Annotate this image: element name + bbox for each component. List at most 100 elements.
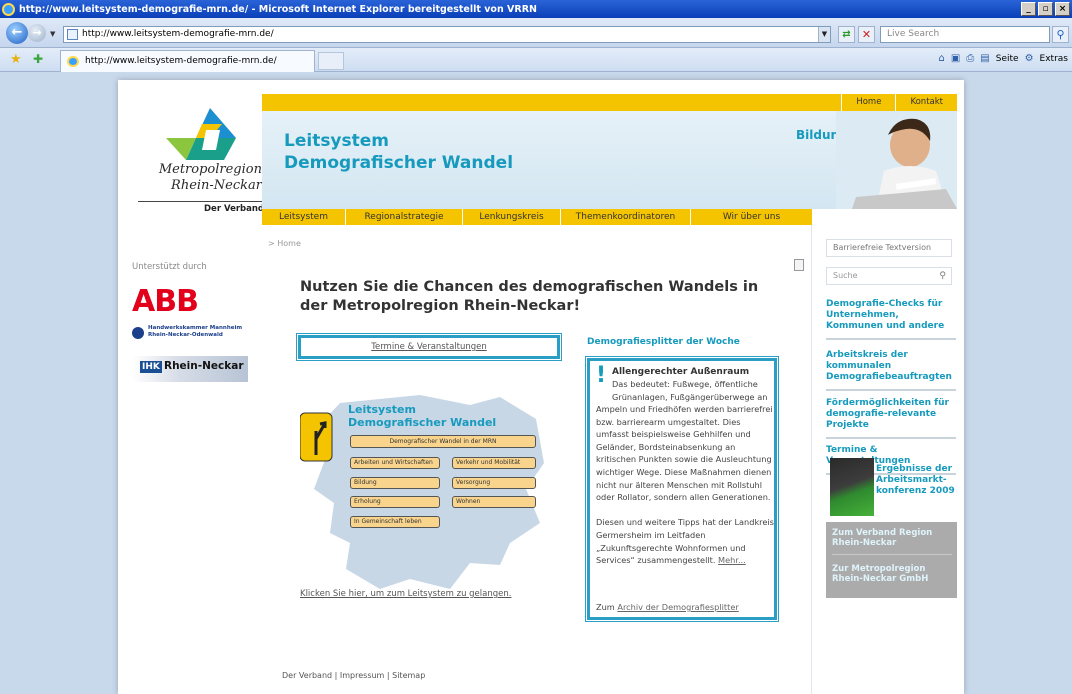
- archive-prefix: Zum: [596, 602, 615, 612]
- leitsystem-box-arbeiten[interactable]: Arbeiten und Wirtschaften: [350, 457, 440, 469]
- logo-text-line2: Rhein-Neckar: [171, 178, 262, 193]
- header-photo-child: [836, 111, 957, 209]
- topnav-kontakt[interactable]: Kontakt: [895, 94, 957, 111]
- breadcrumb[interactable]: > Home: [268, 239, 301, 248]
- maximize-button[interactable]: ▫: [1038, 2, 1053, 16]
- new-tab-button[interactable]: [318, 52, 344, 70]
- demografiesplitter-heading: Demografiesplitter der Woche: [587, 337, 740, 347]
- verband-link[interactable]: Zum Verband Region Rhein-Neckar: [832, 528, 952, 555]
- favorites-star-icon[interactable]: ★: [10, 52, 22, 67]
- forward-button[interactable]: →: [28, 24, 46, 42]
- splitter-body-text: Ampeln und Friedhöfen werden barrierefre…: [596, 404, 773, 503]
- demografiesplitter-box: ! Allengerechter Außenraum Das bedeutet:…: [585, 356, 779, 622]
- splitter-archive: Zum Archiv der Demografiesplitter: [596, 601, 776, 614]
- topnav-home[interactable]: Home: [841, 94, 895, 111]
- refresh-button[interactable]: ⇄: [838, 26, 855, 43]
- promo-text: Ergebnisse der Arbeitsmarkt-konferenz 20…: [876, 464, 955, 496]
- leitsystem-box-verkehr[interactable]: Verkehr und Mobilität: [452, 457, 536, 469]
- window-right-edge: [1060, 72, 1072, 694]
- termine-button[interactable]: Termine & Veranstaltungen: [296, 333, 562, 361]
- back-button[interactable]: ←: [6, 22, 28, 44]
- arbeitsmarktkonferenz-promo[interactable]: Ergebnisse der Arbeitsmarkt-konferenz 20…: [830, 458, 956, 518]
- print-page-icon[interactable]: [794, 259, 804, 271]
- splitter-body: Ampeln und Friedhöfen werden barrierefre…: [596, 403, 774, 567]
- leitsystem-box-wohnen[interactable]: Wohnen: [452, 496, 536, 508]
- supported-by-label: Unterstützt durch: [132, 262, 207, 272]
- tools-icon: ⚙: [1024, 53, 1034, 64]
- mainnav-item[interactable]: Regionalstrategie: [346, 209, 463, 225]
- stop-button[interactable]: ✕: [858, 26, 875, 43]
- history-dropdown-icon[interactable]: ▼: [50, 30, 55, 38]
- hwk-logo[interactable]: Handwerkskammer Mannheim Rhein-Neckar-Od…: [132, 324, 252, 344]
- external-links-box: Zum Verband Region Rhein-Neckar Zur Metr…: [826, 522, 957, 598]
- leitsystem-box-gemeinschaft[interactable]: In Gemeinschaft leben: [350, 516, 440, 528]
- splitter-body2: Diesen und weitere Tipps hat der Landkre…: [596, 517, 774, 566]
- ihk-logo-text: Rhein-Neckar: [164, 360, 244, 372]
- top-nav: Home Kontakt: [841, 94, 957, 111]
- url-text: http://www.leitsystem-demografie-mrn.de/: [82, 29, 274, 39]
- add-favorite-icon[interactable]: ✚: [33, 52, 43, 66]
- exclamation-icon: !: [596, 363, 607, 388]
- mainnav-item[interactable]: Lenkungskreis: [463, 209, 561, 225]
- main-content: > Home Nutzen Sie die Chancen des demogr…: [262, 225, 812, 694]
- minimize-button[interactable]: _: [1021, 2, 1036, 16]
- ie-logo-icon: [2, 2, 15, 16]
- tools-menu-button[interactable]: Extras: [1040, 54, 1068, 64]
- hwk-logo-icon: [132, 327, 144, 339]
- metropolregion-logo[interactable]: Metropolregion Rhein-Neckar: [136, 108, 266, 198]
- barrierefrei-link[interactable]: Barrierefreie Textversion: [826, 239, 952, 257]
- command-bar: ⌂ ▣ ⎙ ▤ Seite ⚙ Extras: [938, 53, 1068, 64]
- main-nav: Leitsystem Regionalstrategie Lenkungskre…: [262, 209, 812, 225]
- leitsystem-link[interactable]: Klicken Sie hier, um zum Leitsystem zu g…: [300, 589, 511, 599]
- leitsystem-box-bildung[interactable]: Bildung: [350, 477, 440, 489]
- abb-logo[interactable]: ABB: [132, 284, 199, 319]
- leitsystem-box-versorgung[interactable]: Versorgung: [452, 477, 536, 489]
- window-titlebar: http://www.leitsystem-demografie-mrn.de/…: [0, 0, 1072, 18]
- magnifier-icon[interactable]: ⚲: [939, 268, 946, 284]
- browser-tab[interactable]: http://www.leitsystem-demografie-mrn.de/: [60, 50, 315, 72]
- splitter-title: Allengerechter Außenraum: [612, 367, 750, 377]
- address-bar: ← → ▼ http://www.leitsystem-demografie-m…: [0, 18, 1072, 48]
- site-header: Leitsystem Demografischer Wandel Bildung: [262, 111, 957, 209]
- home-icon[interactable]: ⌂: [938, 53, 944, 64]
- sidebar-link[interactable]: Arbeitskreis der kommunalen Demografiebe…: [826, 350, 956, 391]
- window-controls: _ ▫ ×: [1021, 2, 1070, 16]
- ihk-logo[interactable]: IHK Rhein-Neckar: [132, 356, 248, 382]
- mainnav-item[interactable]: Leitsystem: [262, 209, 346, 225]
- search-input[interactable]: Live Search: [880, 26, 1050, 43]
- close-button[interactable]: ×: [1055, 2, 1070, 16]
- page-menu-icon: ▤: [980, 53, 990, 64]
- tab-ie-icon: [67, 56, 79, 67]
- feeds-icon[interactable]: ▣: [951, 53, 960, 64]
- ihk-logo-box: IHK: [140, 361, 162, 373]
- top-strip: Home Kontakt: [262, 94, 957, 111]
- verband-label: Der Verband: [138, 201, 264, 214]
- mainnav-item[interactable]: Wir über uns: [691, 209, 812, 225]
- archive-link[interactable]: Archiv der Demografiesplitter: [617, 602, 738, 612]
- favorites-bar: ★ ✚ http://www.leitsystem-demografie-mrn…: [0, 48, 1072, 72]
- sidebar-link[interactable]: Fördermöglichkeiten für demografie-relev…: [826, 398, 956, 439]
- leitsystem-title1: Leitsystem: [348, 403, 416, 416]
- logo-mark-icon: [166, 108, 236, 160]
- splitter-more-link[interactable]: Mehr...: [718, 555, 746, 565]
- tab-label: http://www.leitsystem-demografie-mrn.de/: [85, 56, 277, 66]
- url-dropdown-icon[interactable]: ▼: [818, 27, 830, 42]
- hwk-logo-text: Handwerkskammer Mannheim Rhein-Neckar-Od…: [148, 325, 243, 338]
- splitter-lead: Das bedeutet: Fußwege, öffentliche Grüna…: [612, 379, 768, 402]
- print-icon[interactable]: ⎙: [966, 53, 974, 64]
- search-icon[interactable]: ⚲: [1052, 26, 1069, 43]
- page-menu-button[interactable]: Seite: [996, 54, 1019, 64]
- site-title-line1: Leitsystem: [284, 131, 390, 151]
- promo-image: [830, 458, 874, 516]
- mainnav-item[interactable]: Themenkoordinatoren: [561, 209, 691, 225]
- leitsystem-box-erholung[interactable]: Erholung: [350, 496, 440, 508]
- page-headline: Nutzen Sie die Chancen des demografische…: [300, 279, 759, 314]
- leitsystem-map[interactable]: Leitsystem Demografischer Wandel Demogra…: [300, 393, 550, 591]
- sidebar-link[interactable]: Demografie-Checks für Unternehmen, Kommu…: [826, 299, 956, 340]
- leitsystem-box-mrn[interactable]: Demografischer Wandel in der MRN: [350, 435, 536, 448]
- metropolregion-gmbh-link[interactable]: Zur Metropolregion Rhein-Neckar GmbH: [832, 564, 952, 584]
- site-title-line2: Demografischer Wandel: [284, 153, 514, 173]
- sidebar-search-input[interactable]: Suche ⚲: [826, 267, 952, 285]
- footer-links[interactable]: Der Verband | Impressum | Sitemap: [282, 671, 425, 680]
- url-input[interactable]: http://www.leitsystem-demografie-mrn.de/: [63, 26, 831, 43]
